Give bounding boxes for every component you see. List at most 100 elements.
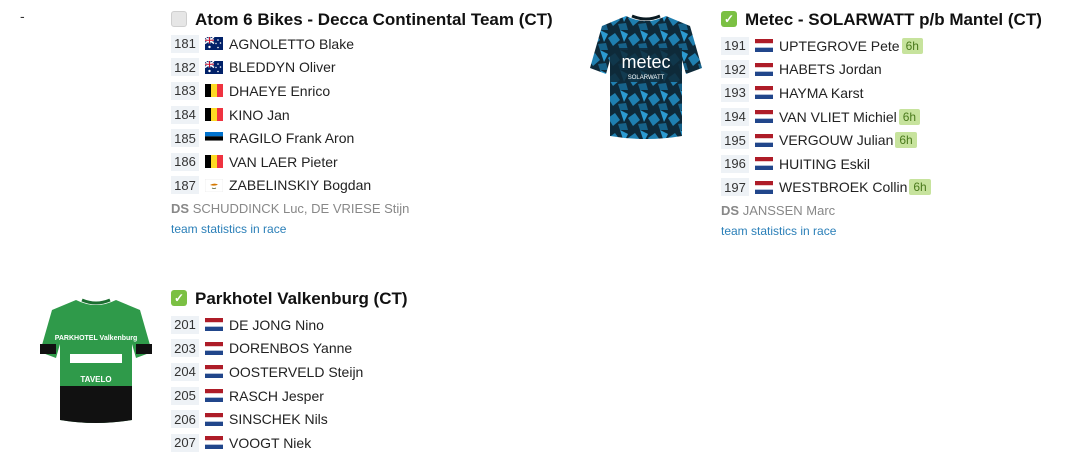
flag-ee-icon: [205, 131, 223, 145]
rider-row: 191 UPTEGROVE Pete 6h: [721, 34, 1081, 58]
bib-number: 205: [171, 386, 199, 405]
rider-row: 194 VAN VLIET Michiel 6h: [721, 105, 1081, 129]
team-block-atom: Atom 6 Bikes - Decca Continental Team (C…: [171, 9, 571, 238]
rider-row: 181 AGNOLETTO Blake: [171, 32, 571, 56]
rider-name-link[interactable]: BLEDDYN Oliver: [229, 59, 336, 75]
rider-row: 195 VERGOUW Julian 6h: [721, 128, 1081, 152]
team-block-metec: ✓ Metec - SOLARWATT p/b Mantel (CT) 191 U…: [721, 9, 1081, 240]
bib-number: 191: [721, 36, 749, 55]
rider-name-link[interactable]: ZABELINSKIY Bogdan: [229, 177, 371, 193]
rider-name-link[interactable]: OOSTERVELD Steijn: [229, 364, 363, 380]
flag-cy-icon: [205, 178, 223, 192]
rider-row: 186 VAN LAER Pieter: [171, 150, 571, 174]
rider-name-link[interactable]: DORENBOS Yanne: [229, 340, 352, 356]
flag-nl-icon: [205, 365, 223, 379]
flag-be-icon: [205, 155, 223, 169]
team-block-parkhotel: ✓ Parkhotel Valkenburg (CT) 201 DE JONG N…: [171, 288, 571, 455]
flag-nl-icon: [205, 318, 223, 332]
bib-number: 206: [171, 410, 199, 429]
rider-row: 193 HAYMA Karst: [721, 81, 1081, 105]
flag-nl-icon: [205, 436, 223, 450]
team-name-link[interactable]: Atom 6 Bikes - Decca Continental Team (C…: [195, 9, 553, 30]
rider-name-link[interactable]: RAGILO Frank Aron: [229, 130, 354, 146]
flag-au-icon: [205, 60, 223, 74]
flag-nl-icon: [755, 110, 773, 124]
directeur-sportif: DS JANSSEN Marc: [721, 203, 1081, 218]
jersey-text: metec: [621, 52, 670, 72]
ds-label: DS: [171, 201, 190, 217]
rider-row: 187 ZABELINSKIY Bogdan: [171, 174, 571, 198]
flag-au-icon: [205, 37, 223, 51]
ds-names: JANSSEN Marc: [742, 203, 836, 219]
bib-number: 184: [171, 105, 199, 124]
team-header: ✓ Metec - SOLARWATT p/b Mantel (CT): [721, 9, 1081, 30]
bib-number: 183: [171, 81, 199, 100]
rider-name-link[interactable]: VERGOUW Julian: [779, 132, 893, 148]
checkmark-icon: ✓: [721, 11, 737, 27]
rider-name-link[interactable]: VAN VLIET Michiel: [779, 109, 897, 125]
team-header: ✓ Parkhotel Valkenburg (CT): [171, 288, 571, 309]
rider-row: 197 WESTBROEK Collin 6h: [721, 176, 1081, 200]
bib-number: 193: [721, 83, 749, 102]
rider-name-link[interactable]: VOOGT Niek: [229, 435, 311, 451]
rider-name-link[interactable]: HAYMA Karst: [779, 85, 864, 101]
team-name-link[interactable]: Parkhotel Valkenburg (CT): [195, 288, 408, 309]
bib-number: 182: [171, 58, 199, 77]
team-stats-link[interactable]: team statistics in race: [721, 224, 836, 238]
flag-nl-icon: [755, 86, 773, 100]
rider-row: 205 RASCH Jesper: [171, 384, 571, 408]
flag-nl-icon: [755, 39, 773, 53]
rider-row: 192 HABETS Jordan: [721, 58, 1081, 82]
bib-number: 194: [721, 107, 749, 126]
rider-row: 184 KINO Jan: [171, 103, 571, 127]
rider-name-link[interactable]: RASCH Jesper: [229, 388, 324, 404]
dash-marker: -: [20, 8, 25, 24]
checkmark-icon: ✓: [171, 290, 187, 306]
rider-name-link[interactable]: AGNOLETTO Blake: [229, 36, 354, 52]
ds-label: DS: [721, 203, 740, 219]
flag-be-icon: [205, 84, 223, 98]
jersey-subtext: SOLARWATT: [628, 75, 665, 81]
ds-names: SCHUDDINCK Luc, DE VRIESE Stijn: [192, 201, 410, 217]
status-badge: 6h: [901, 37, 923, 54]
flag-nl-icon: [755, 62, 773, 76]
rider-row: 201 DE JONG Nino: [171, 313, 571, 337]
flag-nl-icon: [205, 341, 223, 355]
rider-name-link[interactable]: KINO Jan: [229, 107, 290, 123]
bib-number: 186: [171, 152, 199, 171]
rider-name-link[interactable]: HABETS Jordan: [779, 61, 882, 77]
jersey-text: PARKHOTEL Valkenburg: [55, 335, 138, 342]
rider-name-link[interactable]: VAN LAER Pieter: [229, 154, 338, 170]
rider-row: 196 HUITING Eskil: [721, 152, 1081, 176]
flag-nl-icon: [755, 133, 773, 147]
bib-number: 204: [171, 362, 199, 381]
metec-jersey-image: metec SOLARWATT: [588, 10, 704, 142]
rider-list: 181 AGNOLETTO Blake 182 BLEDDYN Oliver 183 DH…: [171, 32, 571, 197]
flag-nl-icon: [755, 157, 773, 171]
bib-number: 185: [171, 129, 199, 148]
status-badge: 6h: [898, 108, 921, 125]
flag-nl-icon: [205, 389, 223, 403]
rider-name-link[interactable]: HUITING Eskil: [779, 156, 870, 172]
parkhotel-jersey-image: PARKHOTEL Valkenburg TAVELO: [38, 294, 154, 426]
bib-number: 181: [171, 34, 199, 53]
bib-number: 192: [721, 60, 749, 79]
rider-list: 201 DE JONG Nino 203 DORENBOS Yanne 204 OOSTE…: [171, 313, 571, 455]
team-header: Atom 6 Bikes - Decca Continental Team (C…: [171, 9, 571, 30]
rider-name-link[interactable]: UPTEGROVE Pete: [779, 38, 900, 54]
rider-name-link[interactable]: DE JONG Nino: [229, 317, 324, 333]
flag-nl-icon: [205, 412, 223, 426]
rider-name-link[interactable]: SINSCHEK Nils: [229, 411, 328, 427]
bib-number: 187: [171, 176, 199, 195]
rider-row: 185 RAGILO Frank Aron: [171, 126, 571, 150]
rider-name-link[interactable]: WESTBROEK Collin: [779, 179, 907, 195]
team-name-link[interactable]: Metec - SOLARWATT p/b Mantel (CT): [745, 9, 1042, 30]
flag-nl-icon: [755, 180, 773, 194]
team-stats-link[interactable]: team statistics in race: [171, 222, 286, 236]
rider-row: 183 DHAEYE Enrico: [171, 79, 571, 103]
bib-number: 197: [721, 178, 749, 197]
bib-number: 207: [171, 433, 199, 452]
rider-row: 182 BLEDDYN Oliver: [171, 56, 571, 80]
flag-be-icon: [205, 108, 223, 122]
rider-name-link[interactable]: DHAEYE Enrico: [229, 83, 330, 99]
